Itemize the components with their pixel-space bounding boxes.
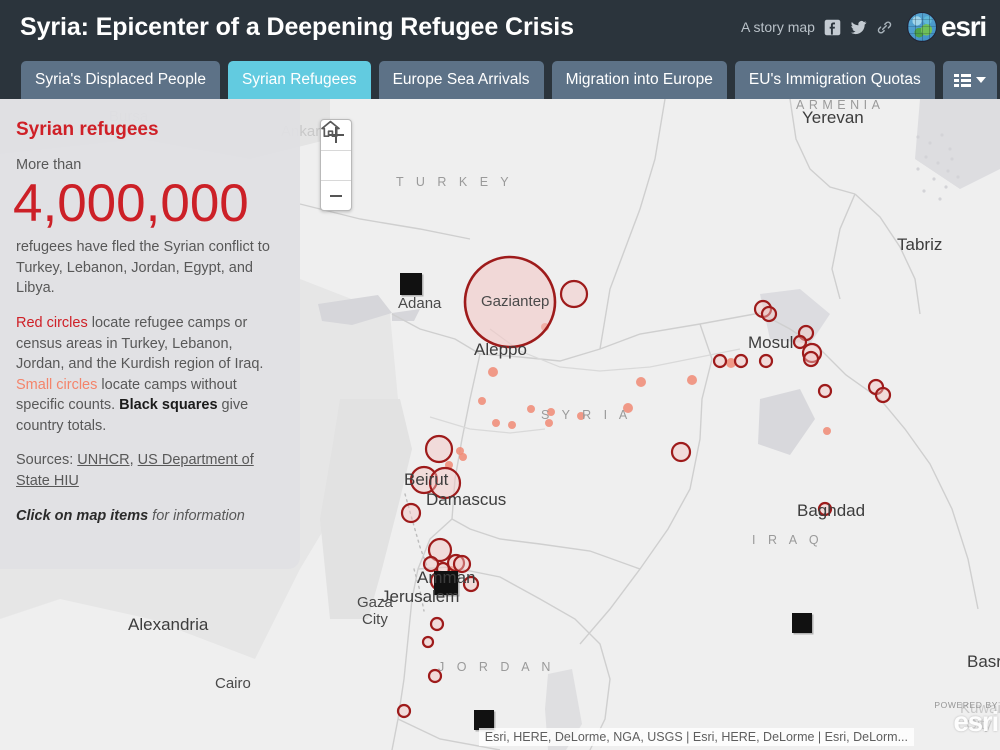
map-small-circle[interactable]	[687, 375, 697, 385]
tab-syrian-refugees[interactable]: Syrian Refugees	[227, 61, 371, 99]
map-red-circle[interactable]	[427, 668, 443, 684]
map-country-total-square[interactable]	[434, 571, 460, 597]
link-icon-svg	[877, 21, 892, 33]
map-red-circle[interactable]	[802, 350, 820, 368]
map-red-circle[interactable]	[712, 353, 728, 369]
map-small-circle[interactable]	[492, 419, 500, 427]
legend-small-circles-term: Small circles	[16, 376, 98, 393]
tab-migration-into-europe[interactable]: Migration into Europe	[551, 61, 727, 99]
app-header: Syria: Epicenter of a Deepening Refugee …	[0, 0, 1000, 59]
panel-description: refugees have fled the Syrian conflict t…	[16, 239, 270, 297]
story-map-label: A story map	[741, 19, 815, 35]
map-red-circle[interactable]	[424, 434, 454, 464]
map-red-circle[interactable]	[817, 383, 833, 399]
click-hint-rest: for information	[148, 507, 245, 524]
map-small-circle[interactable]	[478, 397, 486, 405]
globe-icon	[906, 12, 937, 42]
facebook-icon[interactable]	[824, 19, 841, 36]
map-red-circle[interactable]	[817, 501, 833, 517]
map-red-circle[interactable]	[760, 305, 778, 323]
map-red-circle[interactable]	[429, 616, 445, 632]
map-red-circle[interactable]	[670, 441, 692, 463]
map-red-circle[interactable]	[422, 555, 440, 573]
map-country-total-square[interactable]	[400, 273, 424, 297]
map-zoom-controls[interactable]	[320, 119, 352, 211]
map-small-circle[interactable]	[823, 427, 831, 435]
panel-stat-number: 4,000,000	[13, 173, 249, 233]
map-red-circle[interactable]	[463, 255, 557, 349]
map-red-circle[interactable]	[559, 279, 589, 309]
tab-europe-sea-arrivals[interactable]: Europe Sea Arrivals	[378, 61, 544, 99]
legend-black-squares-term: Black squares	[119, 397, 218, 414]
twitter-icon[interactable]	[850, 19, 867, 36]
panel-title: Syrian refugees	[16, 119, 159, 140]
home-icon	[321, 120, 340, 137]
info-panel: Syrian refugees More than 4,000,000 refu…	[0, 99, 300, 569]
facebook-icon-svg	[824, 19, 841, 35]
map-red-circle[interactable]	[396, 703, 412, 719]
map-small-circle[interactable]	[636, 377, 646, 387]
map-small-circle[interactable]	[577, 412, 585, 420]
sources-separator: ,	[129, 452, 138, 469]
map-red-circle[interactable]	[874, 386, 892, 404]
map-small-circle[interactable]	[459, 453, 467, 461]
zoom-out-button[interactable]	[321, 180, 351, 210]
map-red-circle[interactable]	[400, 502, 422, 524]
esri-wordmark: esri	[940, 11, 987, 42]
home-button[interactable]	[321, 120, 351, 180]
tab-list-menu-button[interactable]	[942, 61, 997, 99]
list-menu-icon	[953, 73, 971, 87]
tab-eus-immigration-quotas[interactable]: EU's Immigration Quotas	[734, 61, 935, 99]
map-attribution[interactable]: Esri, HERE, DeLorme, NGA, USGS | Esri, H…	[478, 728, 914, 746]
twitter-icon-svg	[850, 20, 867, 34]
click-hint-bold: Click on map items	[16, 507, 149, 524]
source-link-unhcr[interactable]: UNHCR	[77, 452, 129, 468]
map-red-circle[interactable]	[428, 466, 462, 500]
map-country-total-square[interactable]	[792, 613, 814, 635]
esri-logo[interactable]: esri	[906, 11, 987, 42]
zoom-out-icon	[328, 188, 344, 204]
story-map-app: Syria: Epicenter of a Deepening Refugee …	[0, 0, 1000, 750]
map-red-circle[interactable]	[421, 635, 435, 649]
map-small-circle[interactable]	[527, 405, 535, 413]
panel-more-than-label: More than	[16, 157, 82, 173]
map-red-circle[interactable]	[733, 353, 749, 369]
map-small-circle[interactable]	[547, 408, 555, 416]
panel-sources: Sources: UNHCR, US Department of State H…	[16, 450, 284, 491]
map-red-circle[interactable]	[452, 554, 472, 574]
panel-legend-text: Red circles locate refugee camps or cens…	[16, 313, 284, 436]
tab-syrias-displaced-people[interactable]: Syria's Displaced People	[21, 61, 220, 99]
chevron-down-icon	[975, 77, 986, 83]
map-small-circle[interactable]	[508, 421, 516, 429]
header-actions: A story map esri	[741, 11, 987, 42]
sources-label: Sources:	[16, 452, 78, 469]
map-small-circle[interactable]	[488, 367, 498, 377]
map-small-circle[interactable]	[545, 419, 553, 427]
link-icon[interactable]	[876, 19, 893, 36]
map-red-circle[interactable]	[462, 575, 480, 593]
legend-red-circles-term: Red circles	[16, 314, 88, 331]
panel-click-hint: Click on map items for information	[16, 506, 284, 527]
map-small-circle[interactable]	[623, 403, 633, 413]
map-red-circle[interactable]	[758, 353, 774, 369]
tab-bar: Syria's Displaced People Syrian Refugees…	[0, 61, 1000, 101]
page-title: Syria: Epicenter of a Deepening Refugee …	[20, 13, 574, 41]
map-red-circle[interactable]	[792, 334, 808, 350]
